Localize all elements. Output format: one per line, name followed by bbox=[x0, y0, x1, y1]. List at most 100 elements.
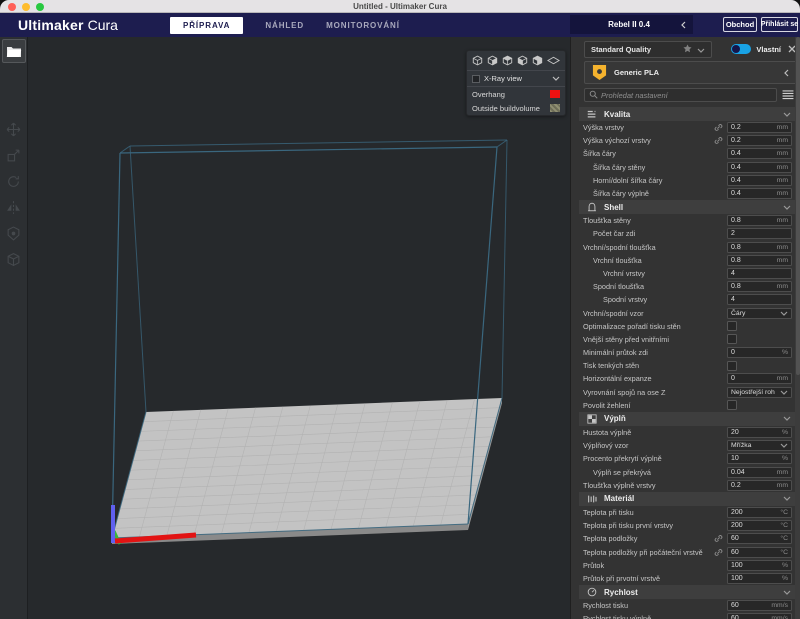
close-window-button[interactable] bbox=[8, 3, 16, 11]
view-3d-icon[interactable] bbox=[472, 55, 483, 66]
setting-value: 60 bbox=[731, 549, 780, 556]
setting-unit: mm bbox=[777, 137, 788, 144]
setting-row: Vrchní vrstvy4 bbox=[571, 267, 800, 280]
setting-row: Vrchní/spodní tloušťka0.8mm bbox=[571, 241, 800, 254]
setting-unit: % bbox=[782, 455, 788, 462]
setting-value: 100 bbox=[731, 562, 782, 569]
stage-tabs: PŘÍPRAVA NÁHLED MONITOROVÁNÍ bbox=[170, 13, 400, 37]
speed-icon bbox=[586, 587, 597, 597]
render-mode-dropdown[interactable]: X-Ray view bbox=[467, 70, 565, 87]
setting-row: Rychlost tisku výplně60mm/s bbox=[571, 612, 800, 619]
section-header-quality[interactable]: Kvalita bbox=[579, 107, 798, 121]
setting-value-input[interactable]: 0.2mm bbox=[727, 122, 792, 133]
setting-value-input[interactable]: 60mm/s bbox=[727, 613, 792, 619]
setting-unit: mm bbox=[777, 217, 788, 224]
setting-select[interactable]: Čáry bbox=[727, 308, 792, 319]
setting-value-input[interactable]: 0% bbox=[727, 347, 792, 358]
setting-label: Výplňový vzor bbox=[583, 441, 727, 450]
setting-value-input[interactable]: 60°C bbox=[727, 547, 792, 558]
setting-value-input[interactable]: 20% bbox=[727, 427, 792, 438]
view-left-icon[interactable] bbox=[517, 55, 528, 66]
settings-search-input[interactable] bbox=[601, 91, 772, 100]
setting-value: 4 bbox=[731, 270, 788, 277]
setting-select[interactable]: Mřížka bbox=[727, 440, 792, 451]
section-header-shell[interactable]: Shell bbox=[579, 200, 798, 214]
setting-value-input[interactable]: 10% bbox=[727, 453, 792, 464]
profile-dropdown[interactable]: Standard Quality bbox=[584, 41, 712, 58]
scale-tool-button[interactable] bbox=[1, 142, 27, 168]
setting-value-input[interactable]: 100% bbox=[727, 573, 792, 584]
setting-label: Spodní tloušťka bbox=[583, 282, 727, 291]
setting-value-input[interactable]: 0.2mm bbox=[727, 480, 792, 491]
3d-viewport[interactable]: X-Ray view OverhangOutside buildvolume bbox=[28, 37, 570, 619]
sign-in-button[interactable]: Přihlásit se bbox=[761, 17, 798, 32]
panel-scrollbar[interactable] bbox=[795, 37, 800, 619]
setting-row: Optimalizace pořadí tisku stěn bbox=[571, 320, 800, 333]
setting-value-input[interactable]: 0.2mm bbox=[727, 135, 792, 146]
panel-scrollbar-thumb[interactable] bbox=[796, 37, 800, 375]
setting-row: Tloušťka stěny0.8mm bbox=[571, 214, 800, 227]
section-header-infill[interactable]: Výplň bbox=[579, 412, 798, 426]
move-tool-button[interactable] bbox=[1, 116, 27, 142]
setting-value: 0.4 bbox=[731, 190, 777, 197]
view-isometric-icon[interactable] bbox=[547, 56, 560, 65]
chevron-down-icon bbox=[552, 74, 560, 83]
settings-visibility-menu-icon[interactable] bbox=[782, 90, 794, 100]
section-header-speed[interactable]: Rychlost bbox=[579, 585, 798, 599]
setting-value-input[interactable]: 200°C bbox=[727, 507, 792, 518]
stage-tab-2[interactable]: MONITOROVÁNÍ bbox=[326, 21, 400, 30]
setting-value-input[interactable]: 100% bbox=[727, 560, 792, 571]
setting-value-input[interactable]: 0.4mm bbox=[727, 148, 792, 159]
material-selector[interactable]: Generic PLA bbox=[584, 61, 797, 84]
setting-select[interactable]: Nejostřejší roh bbox=[727, 387, 792, 398]
zoom-window-button[interactable] bbox=[36, 3, 44, 11]
setting-value-input[interactable]: 0.8mm bbox=[727, 242, 792, 253]
setting-value-input[interactable]: 0mm bbox=[727, 373, 792, 384]
view-right-icon[interactable] bbox=[532, 55, 543, 66]
setting-value-input[interactable]: 60mm/s bbox=[727, 600, 792, 611]
setting-value-input[interactable]: 0.04mm bbox=[727, 467, 792, 478]
setting-value-input[interactable]: 0.4mm bbox=[727, 188, 792, 199]
setting-value: 200 bbox=[731, 509, 780, 516]
setting-value-input[interactable]: 200°C bbox=[727, 520, 792, 531]
setting-checkbox[interactable] bbox=[727, 334, 737, 344]
minimize-window-button[interactable] bbox=[22, 3, 30, 11]
open-file-button[interactable] bbox=[2, 39, 26, 63]
setting-value-input[interactable]: 4 bbox=[727, 268, 792, 279]
stage-tab-0[interactable]: PŘÍPRAVA bbox=[170, 17, 243, 34]
support-blocker-tool-button[interactable] bbox=[1, 246, 27, 272]
setting-checkbox[interactable] bbox=[727, 321, 737, 331]
setting-value-input[interactable]: 4 bbox=[727, 294, 792, 305]
rotate-tool-button[interactable] bbox=[1, 168, 27, 194]
setting-value-input[interactable]: 2 bbox=[727, 228, 792, 239]
setting-label: Tloušťka stěny bbox=[583, 216, 727, 225]
view-front-icon[interactable] bbox=[487, 55, 498, 66]
mirror-tool-button[interactable] bbox=[1, 194, 27, 220]
link-icon bbox=[714, 123, 723, 132]
setting-value-input[interactable]: 0.8mm bbox=[727, 281, 792, 292]
custom-settings-toggle[interactable] bbox=[731, 44, 751, 54]
section-header-material[interactable]: Materiál bbox=[579, 492, 798, 506]
setting-label: Minimální průtok zdi bbox=[583, 348, 727, 357]
setting-value-input[interactable]: 0.4mm bbox=[727, 162, 792, 173]
stage-tab-1[interactable]: NÁHLED bbox=[265, 21, 304, 30]
star-icon[interactable] bbox=[683, 40, 692, 58]
setting-row: Procento překrytí výplně10% bbox=[571, 452, 800, 465]
per-model-settings-tool-button[interactable] bbox=[1, 220, 27, 246]
printer-name: Rebel II 0.4 bbox=[577, 20, 681, 29]
setting-value-input[interactable]: 0.8mm bbox=[727, 215, 792, 226]
view-top-icon[interactable] bbox=[502, 55, 513, 66]
setting-value-input[interactable]: 0.4mm bbox=[727, 175, 792, 186]
setting-checkbox[interactable] bbox=[727, 361, 737, 371]
setting-row: Vrchní tloušťka0.8mm bbox=[571, 254, 800, 267]
setting-value-input[interactable]: 60°C bbox=[727, 533, 792, 544]
printer-selector[interactable]: Rebel II 0.4 bbox=[570, 15, 693, 34]
setting-value-input[interactable]: 0.8mm bbox=[727, 255, 792, 266]
legend-row: Outside buildvolume bbox=[467, 101, 565, 115]
render-mode-label: X-Ray view bbox=[484, 74, 548, 83]
marketplace-button[interactable]: Obchod bbox=[723, 17, 757, 32]
setting-checkbox[interactable] bbox=[727, 400, 737, 410]
settings-list: KvalitaVýška vrstvy0.2mmVýška výchozí vr… bbox=[571, 107, 800, 619]
setting-label: Horizontální expanze bbox=[583, 374, 727, 383]
setting-row: Výplň se překrývá0.04mm bbox=[571, 466, 800, 479]
